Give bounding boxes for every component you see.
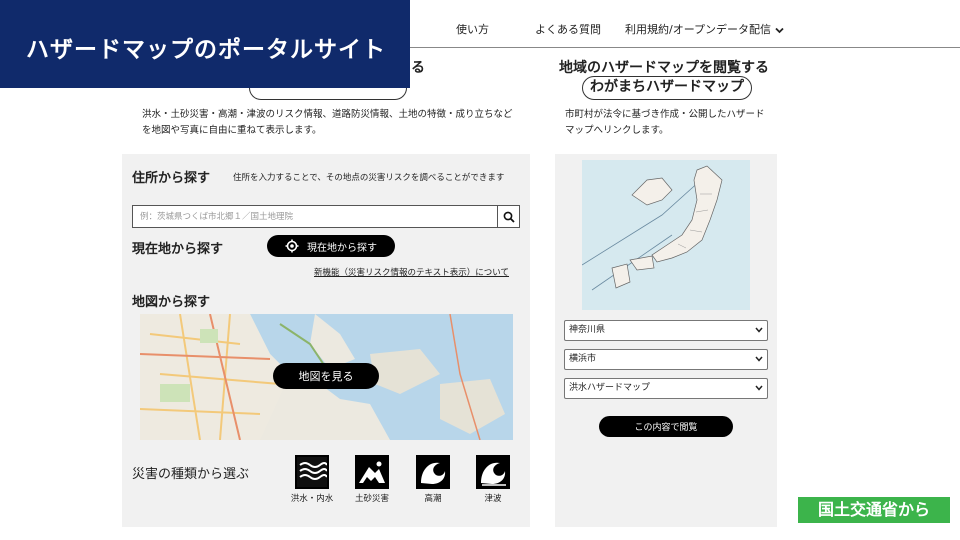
city-value: 横浜市 [569,354,597,364]
prefecture-select[interactable]: 神奈川県 [564,320,768,341]
left-section-heading: る [411,60,425,76]
flood-type-label: 洪水・内水 [290,494,334,504]
tsunami-type-button[interactable] [476,455,510,489]
location-target-icon [285,239,299,253]
current-location-button-label: 現在地から探す [307,242,377,254]
chevron-down-icon [775,27,784,34]
local-hazard-map-pill[interactable]: わがまちハザードマップ [582,76,752,100]
nav-terms-opendata[interactable]: 利用規約/オープンデータ配信 [625,21,784,37]
japan-map-image [582,160,750,310]
map-search-title: 地図から探す [132,295,211,310]
current-location-title: 現在地から探す [132,242,224,257]
map-preview[interactable]: 地図を見る [140,314,513,440]
address-search-note: 住所を入力することで、その地点の災害リスクを調べることができます [233,173,505,183]
address-search-title: 住所から探す [132,171,211,186]
japan-map[interactable] [582,160,750,310]
right-section-description: 市町村が法令に基づき作成・公開したハザードマップへリンクします。 [565,109,765,136]
current-location-button[interactable]: 現在地から探す [267,235,395,257]
address-search-input[interactable] [133,206,497,227]
storm-surge-type-label: 高潮 [424,494,442,504]
search-button[interactable] [497,206,519,227]
chevron-down-icon [755,327,763,333]
new-feature-link[interactable]: 新機能（災害リスク情報のテキスト表示）について [314,266,509,278]
landslide-type-label: 土砂災害 [354,494,389,504]
nav-how-to-use[interactable]: 使い方 [456,21,489,37]
nav-terms-label: 利用規約/オープンデータ配信 [625,23,772,36]
city-select[interactable]: 横浜市 [564,349,768,370]
flood-icon [297,457,328,487]
landslide-type-button[interactable] [355,455,389,489]
chevron-down-icon [755,385,763,391]
tsunami-type-label: 津波 [484,494,502,504]
flood-type-button[interactable] [295,455,329,489]
view-with-selection-button[interactable]: この内容で閲覧 [599,416,733,437]
map-type-select[interactable]: 洪水ハザードマップ [564,378,768,399]
landslide-icon [359,461,385,483]
right-section-heading: 地域のハザードマップを閲覧する [559,60,769,76]
disaster-type-title: 災害の種類から選ぶ [132,467,250,482]
storm-surge-type-button[interactable] [416,455,450,489]
left-section-description: 洪水・土砂災害・高潮・津波のリスク情報、道路防災情報、土地の特徴・成り立ちなどを… [142,109,513,136]
address-search-box [132,205,520,228]
top-navigation: 使い方 よくある質問 利用規約/オープンデータ配信 [410,0,960,48]
view-map-button[interactable]: 地図を見る [273,363,379,389]
prefecture-value: 神奈川県 [569,325,606,335]
source-badge: 国土交通省から [798,497,950,523]
storm-surge-icon [421,462,446,484]
search-icon [503,211,515,223]
chevron-down-icon [755,356,763,362]
banner-title: ハザードマップのポータルサイト [26,37,386,63]
map-type-value: 洪水ハザードマップ [569,383,651,393]
tsunami-icon [481,462,506,486]
title-banner: ハザードマップのポータルサイト [0,0,410,88]
nav-faq[interactable]: よくある質問 [535,21,601,37]
